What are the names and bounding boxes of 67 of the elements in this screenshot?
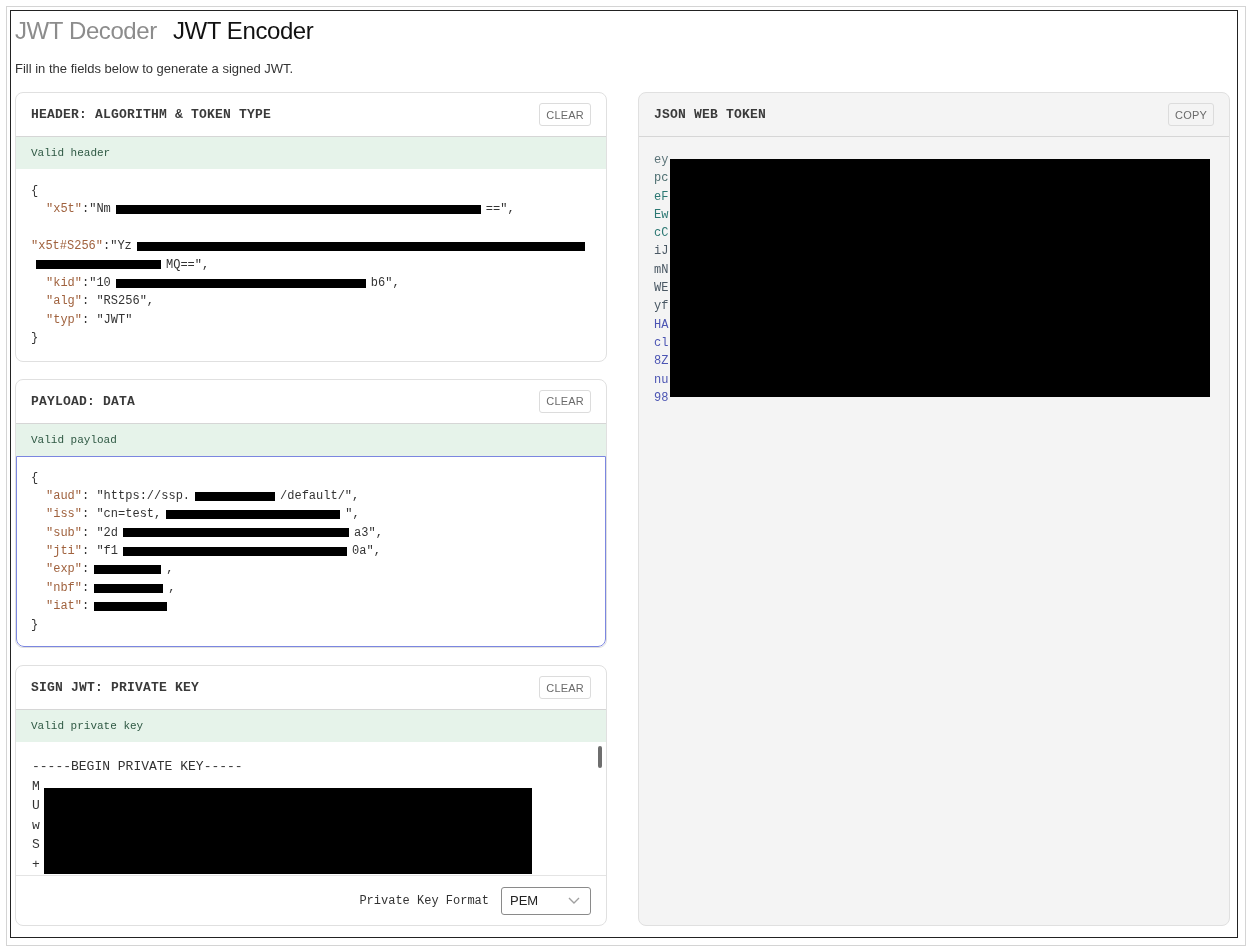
validation-status: Valid private key [16, 710, 606, 743]
token-text: iJ [654, 243, 669, 261]
code-text: MQ==", [166, 256, 210, 274]
code-text: ", [345, 506, 360, 524]
key-text: w [32, 816, 40, 835]
code-text: "alg": "RS256", [45, 293, 155, 311]
code-text: a3", [354, 524, 383, 542]
tab[interactable]: JWT Encoder [172, 16, 314, 46]
code-text: "iss": "cn=test, [45, 506, 162, 524]
code-text: { [31, 183, 39, 200]
code-text: } [31, 330, 39, 348]
token-text: HA [654, 316, 669, 334]
code-text: "exp": [45, 561, 90, 579]
code-text: b6", [370, 274, 400, 292]
code-text: "x5t":"Nm [45, 201, 111, 219]
payload-editor[interactable]: { "aud": "https://ssp. /default/", "iss": "cn=test, ", "sub": "2d a3", "jti": "f1 0a", "exp": , "nbf": , "iat": } [16, 455, 606, 648]
token-text: pc [654, 170, 669, 188]
token-text: WE [654, 280, 669, 298]
code-text: "nbf": [45, 579, 90, 597]
key-text: + [32, 856, 40, 874]
code-text: , [166, 561, 174, 579]
chevron-down-icon [568, 897, 580, 905]
validation-status: Valid header [16, 137, 606, 169]
copy-button[interactable]: COPY [1168, 103, 1214, 126]
clear-button[interactable]: CLEAR [539, 676, 591, 700]
token-text: cC [654, 225, 669, 243]
validation-status: Valid payload [16, 423, 606, 456]
intro-text: Fill in the fields below to generate a signed JWT. [15, 60, 294, 78]
key-text: S [32, 836, 40, 855]
code-text: ==", [485, 201, 515, 219]
token-text: Ew [654, 206, 669, 224]
token-text: nu [654, 371, 669, 389]
code-text: "kid":"10 [45, 274, 111, 292]
key-format-select[interactable]: PEM [501, 886, 591, 915]
token-text: 98 [654, 389, 669, 407]
code-text: "aud": "https://ssp. [45, 487, 191, 505]
code-text: "jti": "f1 [45, 543, 119, 561]
redaction-bar [94, 565, 162, 575]
redaction-bar [94, 583, 164, 593]
code-text: "typ": "JWT" [45, 311, 133, 329]
panel-title: JSON WEB TOKEN [654, 107, 767, 122]
code-text: "sub": "2d [45, 524, 119, 542]
private-key-editor[interactable]: -----BEGIN PRIVATE KEY----- M U w S + [16, 742, 606, 876]
code-text: "x5t#S256":"Yz [31, 238, 132, 256]
token-text: ey [654, 152, 669, 169]
code-text: 0a", [352, 543, 381, 561]
token-text: mN [654, 261, 669, 279]
panel-title: HEADER: ALGORITHM & TOKEN TYPE [31, 107, 272, 122]
code-text: { [31, 469, 39, 487]
scrollbar[interactable] [598, 746, 602, 769]
token-text: cl [654, 334, 669, 352]
key-text: M [32, 777, 40, 796]
code-text: "iat": [45, 598, 90, 616]
token-text: yf [654, 298, 669, 316]
code-text: , [168, 579, 176, 597]
code-text: /default/", [280, 487, 360, 505]
key-text: U [32, 797, 40, 816]
clear-button[interactable]: CLEAR [539, 389, 591, 413]
panel-title: SIGN JWT: PRIVATE KEY [31, 680, 200, 696]
code-text: } [31, 616, 39, 634]
token-text: 8Z [654, 353, 669, 371]
clear-button[interactable]: CLEAR [539, 103, 591, 126]
header-editor[interactable]: { "x5t":"Nm ==", "x5t#S256":"Yz MQ==", "kid":"10 b6", "alg": "RS256", "typ": "JWT" } [16, 169, 606, 361]
key-format-label: Private Key Format [359, 893, 489, 908]
panel-title: PAYLOAD: DATA [31, 393, 136, 409]
key-text: -----BEGIN PRIVATE KEY----- [32, 758, 243, 777]
token-text: eF [654, 188, 669, 206]
